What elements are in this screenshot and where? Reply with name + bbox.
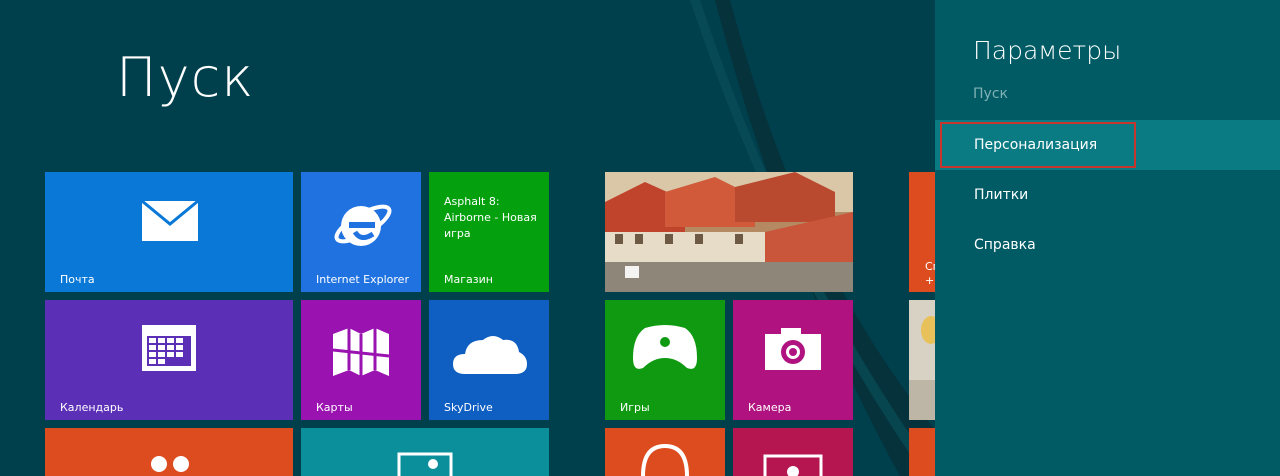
partial-photo xyxy=(909,316,935,420)
tile-label: Магазин xyxy=(444,273,493,286)
xbox-controller-icon xyxy=(633,325,697,369)
tile-partial-orange-bottom[interactable] xyxy=(909,428,935,476)
internet-explorer-icon xyxy=(334,204,392,246)
charm-context: Пуск xyxy=(973,86,1008,102)
tile-calendar[interactable]: Календарь xyxy=(45,300,293,420)
tile-label: Игры xyxy=(620,401,650,414)
focus-highlight xyxy=(940,122,1136,168)
tile-people[interactable] xyxy=(45,428,293,476)
store-promo-text: Asphalt 8: Airborne - Новая игра xyxy=(444,195,537,240)
tile-label: SkyDrive xyxy=(444,401,493,414)
tile-label: Календарь xyxy=(60,401,124,414)
tile-label: Камера xyxy=(748,401,792,414)
desktop-icon xyxy=(397,452,453,476)
charm-item-help[interactable]: Справка xyxy=(935,220,1280,270)
tile-video[interactable] xyxy=(733,428,853,476)
tile-partial-photo[interactable] xyxy=(909,300,935,420)
maps-icon xyxy=(332,328,390,376)
city-photo xyxy=(605,172,853,292)
tile-store[interactable]: Asphalt 8: Airborne - Новая игра Магазин xyxy=(429,172,549,292)
charm-item-tiles[interactable]: Плитки xyxy=(935,170,1280,220)
charm-item-label: Справка xyxy=(974,237,1036,253)
tile-maps[interactable]: Карты xyxy=(301,300,421,420)
tile-photos[interactable] xyxy=(605,172,853,292)
tile-games[interactable]: Игры xyxy=(605,300,725,420)
charm-item-personalization[interactable]: Персонализация xyxy=(935,120,1280,170)
tile-label: Internet Explorer xyxy=(316,273,409,286)
charm-item-label: Плитки xyxy=(974,187,1029,203)
settings-charm-panel: Параметры Пуск Персонализация Плитки Спр… xyxy=(935,0,1280,476)
people-icon xyxy=(151,456,189,472)
headphones-icon xyxy=(641,443,689,476)
partial-tile-text: Сп + xyxy=(925,260,935,287)
tile-internet-explorer[interactable]: Internet Explorer xyxy=(301,172,421,292)
tile-camera[interactable]: Камера xyxy=(733,300,853,420)
tile-music[interactable] xyxy=(605,428,725,476)
tile-partial-orange-top[interactable]: Сп + xyxy=(909,172,935,292)
cloud-icon xyxy=(453,336,527,374)
video-icon xyxy=(763,454,823,476)
tile-mail[interactable]: Почта xyxy=(45,172,293,292)
camera-icon xyxy=(765,328,821,370)
tile-label: Карты xyxy=(316,401,353,414)
tile-desktop[interactable] xyxy=(301,428,549,476)
charm-title: Параметры xyxy=(973,36,1122,65)
calendar-icon xyxy=(142,325,196,371)
tile-skydrive[interactable]: SkyDrive xyxy=(429,300,549,420)
start-title: Пуск xyxy=(116,46,255,109)
mail-icon xyxy=(141,200,199,241)
tile-label: Почта xyxy=(60,273,95,286)
